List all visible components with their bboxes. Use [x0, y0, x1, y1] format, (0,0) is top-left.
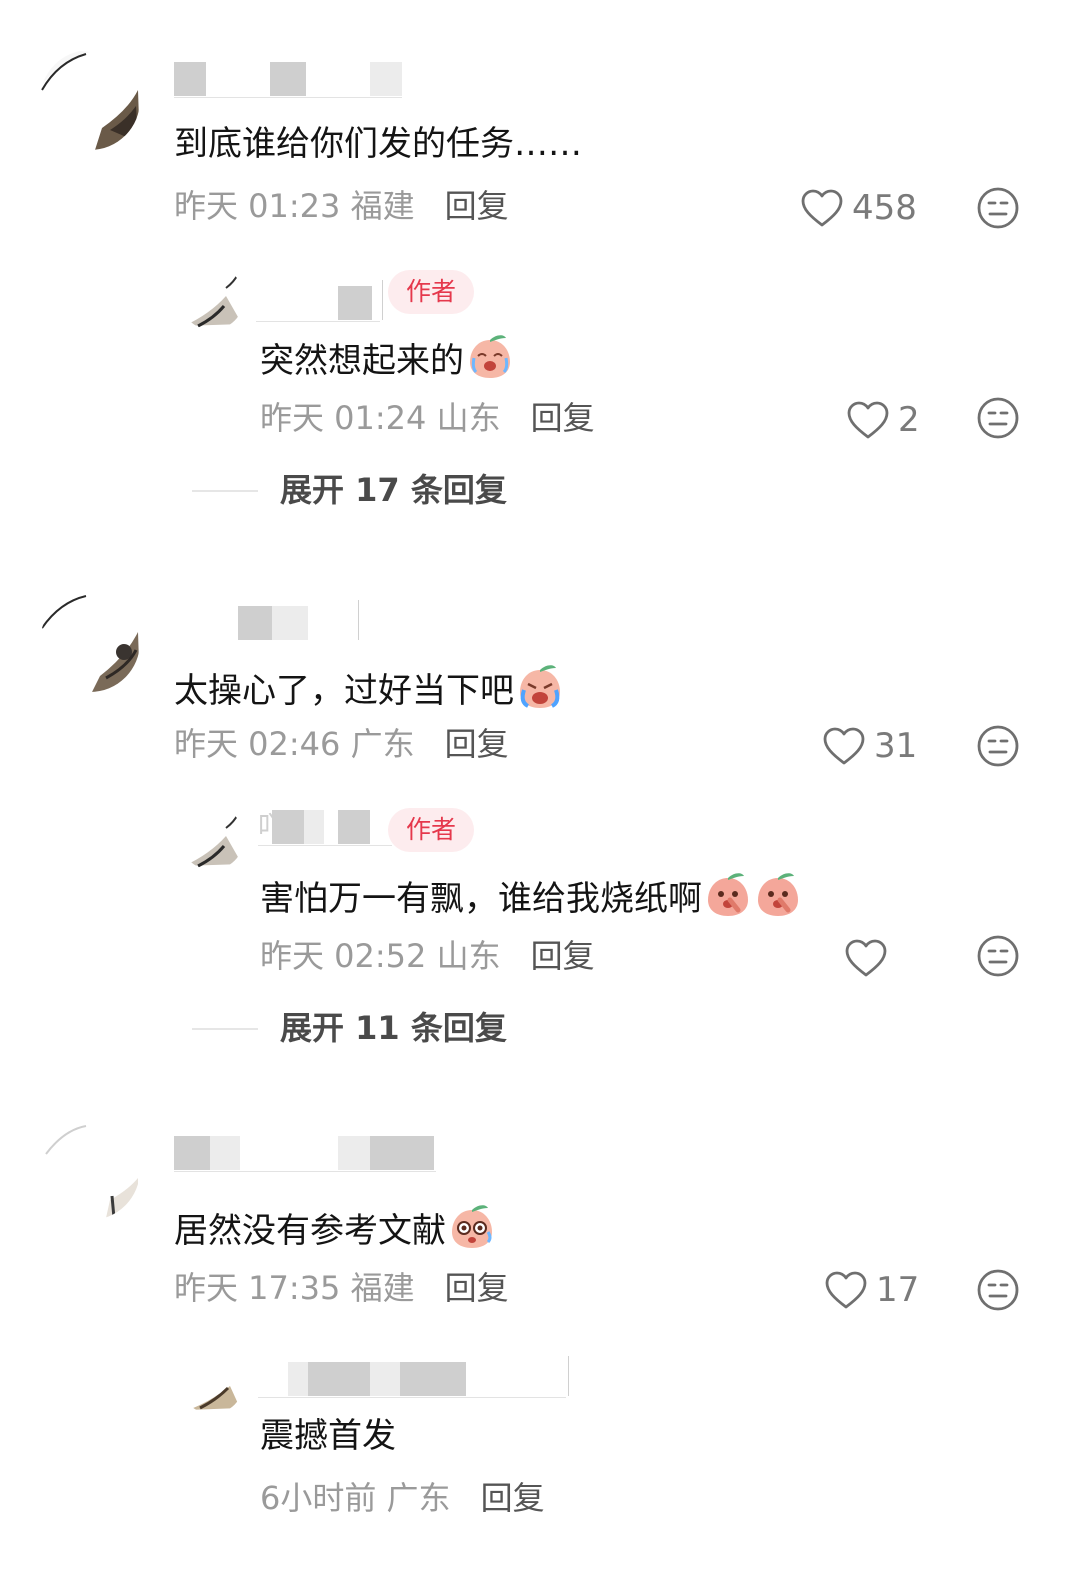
reply-text-content: 害怕万一有飘，谁给我烧纸啊: [260, 879, 702, 919]
avatar[interactable]: [180, 266, 244, 330]
reply-meta: 昨天 01:24 山东 回复: [260, 398, 595, 438]
reply-button[interactable]: 回复: [445, 725, 509, 763]
avatar[interactable]: [40, 1120, 140, 1220]
reply-text: 突然想起来的: [260, 332, 514, 383]
comment-text: 到底谁给你们发的任务……: [174, 124, 582, 164]
like-count: 17: [876, 1270, 920, 1310]
like-count: 458: [852, 188, 917, 228]
author-badge: 作者: [388, 808, 475, 852]
username-blurred[interactable]: [174, 62, 404, 98]
comment-location: 福建: [350, 187, 415, 225]
username-blurred[interactable]: [238, 600, 362, 640]
heart-outline-icon: [847, 401, 889, 439]
comment-location: 福建: [350, 1269, 415, 1307]
expand-divider: [192, 1028, 258, 1030]
like-button[interactable]: 458: [800, 186, 917, 230]
heart-outline-icon: [825, 1271, 867, 1309]
reply-text-content: 突然想起来的: [260, 341, 464, 381]
reply-location: 山东: [436, 937, 501, 975]
reply-button[interactable]: 回复: [481, 1479, 545, 1517]
avatar[interactable]: [180, 1350, 244, 1414]
peach-emoji-icon: [754, 870, 802, 918]
comment-text-content: 太操心了，过好当下吧: [174, 671, 514, 711]
meh-face-icon: [977, 187, 1019, 229]
expand-replies-button[interactable]: 展开 11 条回复: [280, 1008, 507, 1048]
reply-meta: 昨天 02:52 山东 回复: [260, 936, 595, 976]
like-button[interactable]: 2: [846, 398, 920, 442]
meh-face-icon: [977, 397, 1019, 439]
dislike-button[interactable]: [976, 396, 1020, 440]
comment-time: 昨天 01:23: [174, 187, 341, 225]
comment-location: 广东: [350, 725, 415, 763]
comment-text-content: 居然没有参考文献: [174, 1211, 446, 1251]
reply-text: 害怕万一有飘，谁给我烧纸啊: [260, 870, 802, 921]
heart-outline-icon: [845, 939, 887, 977]
reply-button[interactable]: 回复: [531, 399, 595, 437]
meh-face-icon: [977, 935, 1019, 977]
reply-time: 昨天 02:52: [260, 937, 427, 975]
avatar[interactable]: [40, 592, 140, 692]
comment-time: 昨天 17:35: [174, 1269, 341, 1307]
meh-face-icon: [977, 1269, 1019, 1311]
reply-location: 广东: [386, 1479, 451, 1517]
bottom-edge: [0, 1570, 1080, 1596]
dislike-button[interactable]: [976, 934, 1020, 978]
like-button[interactable]: 17: [824, 1268, 919, 1312]
peach-emoji-icon: [704, 870, 752, 918]
comment-meta: 昨天 01:23 福建 回复: [174, 186, 509, 226]
comment-meta: 昨天 02:46 广东 回复: [174, 724, 509, 764]
comment-meta: 昨天 17:35 福建 回复: [174, 1268, 509, 1308]
username-blurred[interactable]: 吖: [258, 810, 394, 846]
dislike-button[interactable]: [976, 724, 1020, 768]
reply-meta: 6小时前 广东 回复: [260, 1478, 545, 1518]
username-blurred[interactable]: [174, 1136, 436, 1172]
like-button[interactable]: 31: [822, 724, 917, 768]
like-count: 2: [898, 400, 920, 440]
reply-time: 昨天 01:24: [260, 399, 427, 437]
username-blurred[interactable]: [256, 280, 386, 322]
peach-emoji-icon: [466, 332, 514, 380]
reply-button[interactable]: 回复: [445, 187, 509, 225]
reply-location: 山东: [436, 399, 501, 437]
avatar[interactable]: [40, 50, 140, 150]
reply-text: 震撼首发: [260, 1416, 396, 1456]
expand-divider: [192, 490, 258, 492]
reply-time: 6小时前: [260, 1479, 377, 1517]
dislike-button[interactable]: [976, 1268, 1020, 1312]
comment-text: 太操心了，过好当下吧: [174, 662, 564, 713]
expand-replies-button[interactable]: 展开 17 条回复: [280, 470, 507, 510]
like-count: 31: [874, 726, 918, 766]
heart-outline-icon: [801, 189, 843, 227]
comment-time: 昨天 02:46: [174, 725, 341, 763]
avatar[interactable]: [180, 806, 244, 870]
reply-button[interactable]: 回复: [531, 937, 595, 975]
comment-text: 居然没有参考文献: [174, 1202, 496, 1253]
author-badge: 作者: [388, 270, 475, 314]
peach-emoji-icon: [448, 1202, 496, 1250]
reply-button[interactable]: 回复: [445, 1269, 509, 1307]
heart-outline-icon: [823, 727, 865, 765]
username-blurred[interactable]: [258, 1356, 570, 1398]
meh-face-icon: [977, 725, 1019, 767]
like-button[interactable]: [844, 936, 896, 980]
peach-emoji-icon: [516, 662, 564, 710]
dislike-button[interactable]: [976, 186, 1020, 230]
